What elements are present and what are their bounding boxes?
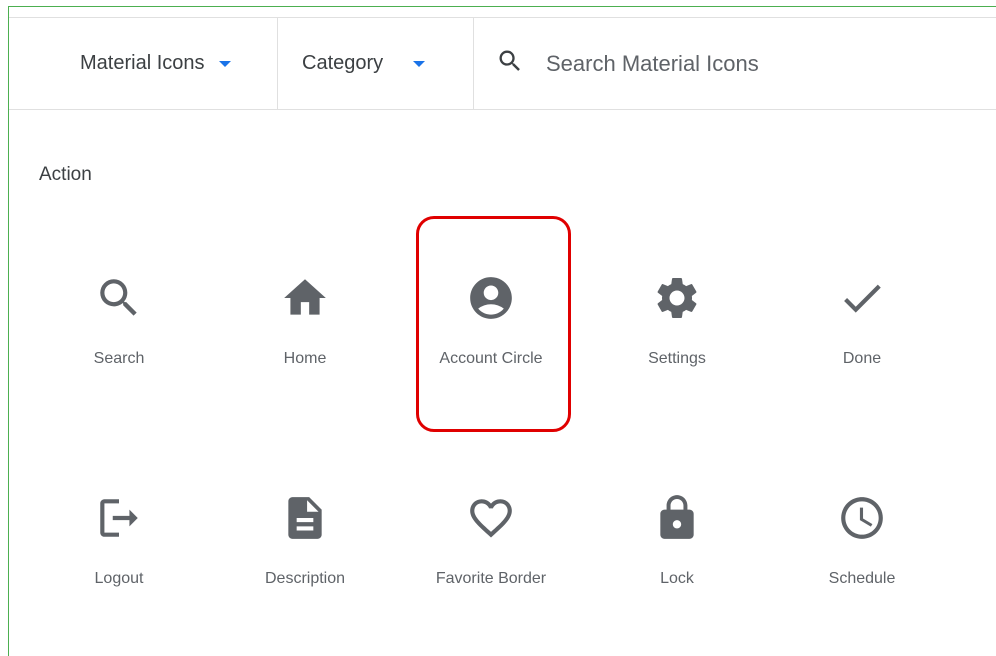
account-circle-icon	[466, 273, 516, 323]
settings-icon	[652, 273, 702, 323]
icon-tile-lock[interactable]: Lock	[597, 493, 757, 633]
caret-down-icon	[413, 60, 426, 67]
category-label: Category	[302, 52, 384, 74]
icon-tile-home[interactable]: Home	[225, 273, 385, 413]
icon-tile-logout[interactable]: Logout	[39, 493, 199, 633]
search-icon	[94, 273, 144, 323]
home-icon	[280, 273, 330, 323]
section-title-action: Action	[39, 164, 92, 185]
icon-label: Schedule	[828, 570, 896, 587]
icon-tile-schedule[interactable]: Schedule	[782, 493, 942, 633]
icon-tile-description[interactable]: Description	[225, 493, 385, 633]
icon-tile-favorite-border[interactable]: Favorite Border	[411, 493, 571, 633]
search-bar	[474, 18, 996, 109]
icon-label: Description	[264, 570, 346, 587]
icon-set-dropdown[interactable]: Material Icons	[9, 18, 278, 109]
icon-label: Favorite Border	[435, 570, 547, 587]
icon-label: Logout	[94, 570, 144, 587]
icon-tile-search[interactable]: Search	[39, 273, 199, 413]
search-icon[interactable]	[496, 47, 524, 80]
lock-icon	[652, 493, 702, 543]
icon-label: Home	[283, 350, 327, 367]
icon-label: Done	[842, 350, 882, 367]
icon-tile-done[interactable]: Done	[782, 273, 942, 413]
icon-tile-settings[interactable]: Settings	[597, 273, 757, 413]
icon-label: Account Circle	[439, 350, 543, 367]
icon-set-label: Material Icons	[80, 52, 205, 74]
schedule-icon	[837, 493, 887, 543]
icon-label: Lock	[660, 570, 694, 587]
done-icon	[837, 273, 887, 323]
description-icon	[280, 493, 330, 543]
logout-icon	[94, 493, 144, 543]
caret-down-icon	[218, 60, 231, 67]
icon-label: Settings	[648, 350, 706, 367]
category-dropdown[interactable]: Category	[278, 18, 474, 109]
toolbar: Material Icons Category	[9, 17, 996, 110]
icon-label: Search	[93, 350, 145, 367]
icon-tile-account-circle[interactable]: Account Circle	[411, 273, 571, 413]
search-input[interactable]	[544, 49, 968, 78]
favorite-border-icon	[466, 493, 516, 543]
